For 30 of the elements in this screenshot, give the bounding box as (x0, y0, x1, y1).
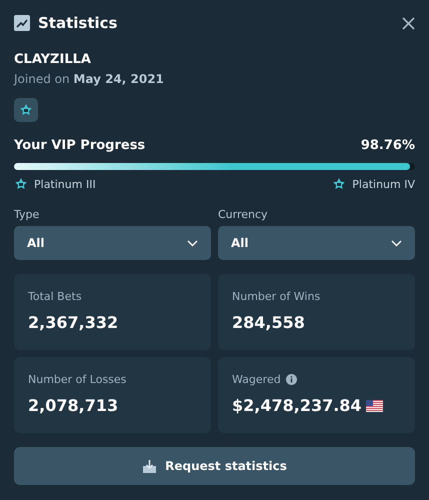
star-badge-icon (14, 177, 28, 191)
window-title: Statistics (38, 14, 118, 32)
chevron-down-icon (187, 240, 198, 246)
star-badge-icon (332, 177, 346, 191)
filter-dropdown[interactable]: All (14, 226, 211, 260)
vip-progress-label: Your VIP Progress (14, 138, 146, 153)
username: CLAYZILLA (14, 52, 91, 67)
vip-progress-percent: 98.76% (360, 138, 415, 153)
stat-value: 2,078,713 (28, 396, 118, 415)
chart-icon (14, 15, 30, 31)
star-badge-icon (19, 103, 33, 117)
filter-dropdown[interactable]: All (218, 226, 415, 260)
stat-value: 2,367,332 (28, 313, 118, 332)
flag-icon (366, 400, 383, 412)
stat-label: Total Bets (28, 290, 82, 303)
stat-label: Wagered (232, 373, 281, 386)
current-tier-label: Platinum III (34, 178, 96, 190)
chevron-down-icon (391, 240, 402, 246)
download-icon (142, 458, 158, 474)
joined-date: Joined on May 24, 2021 (14, 72, 164, 86)
filter-label: Currency (218, 208, 268, 221)
stat-label: Number of Wins (232, 290, 320, 303)
filter-label: Type (14, 208, 40, 221)
info-icon[interactable] (286, 374, 297, 385)
stat-label: Number of Losses (28, 373, 126, 386)
stat-value: 284,558 (232, 313, 305, 332)
stat-value: $2,478,237.84 (232, 396, 362, 415)
close-icon[interactable] (402, 16, 415, 30)
request-statistics-button[interactable]: Request statistics (14, 447, 415, 485)
next-tier-label: Platinum IV (352, 178, 415, 190)
